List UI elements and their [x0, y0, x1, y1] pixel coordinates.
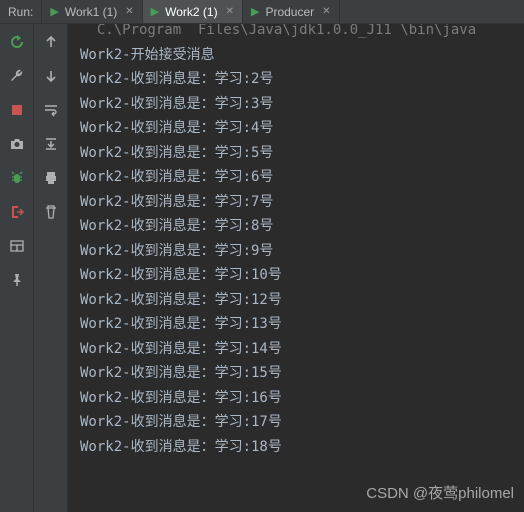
- run-label: Run:: [0, 0, 42, 23]
- close-icon[interactable]: ✕: [322, 6, 330, 17]
- arrow-down-icon[interactable]: [43, 68, 59, 84]
- tab-label: Work1 (1): [65, 5, 117, 19]
- layout-icon[interactable]: [9, 238, 25, 254]
- console-line: Work2-收到消息是：学习:12号: [80, 288, 524, 313]
- pin-icon[interactable]: [9, 272, 25, 288]
- run-tab-0[interactable]: ▶ Work1 (1) ✕: [42, 0, 142, 23]
- console-line: Work2-收到消息是：学习:3号: [80, 92, 524, 117]
- console-toolbar: [34, 24, 68, 512]
- console-line: Work2-收到消息是：学习:16号: [80, 386, 524, 411]
- console-line: Work2-收到消息是：学习:15号: [80, 361, 524, 386]
- exit-icon[interactable]: [9, 204, 25, 220]
- console-output[interactable]: C.\Program Files\Java\jdk1.0.0_J11 \bin\…: [68, 24, 524, 512]
- console-line: Work2-收到消息是：学习:5号: [80, 141, 524, 166]
- run-tab-1[interactable]: ▶ Work2 (1) ✕: [143, 0, 243, 23]
- console-cmd-line: C.\Program Files\Java\jdk1.0.0_J11 \bin\…: [80, 24, 524, 43]
- body: C.\Program Files\Java\jdk1.0.0_J11 \bin\…: [0, 24, 524, 512]
- console-line: Work2-收到消息是：学习:10号: [80, 263, 524, 288]
- play-icon: ▶: [50, 5, 58, 18]
- console-line: Work2-收到消息是：学习:14号: [80, 337, 524, 362]
- tab-label: Producer: [265, 5, 314, 19]
- console-line: Work2-收到消息是：学习:6号: [80, 165, 524, 190]
- console-line: Work2-收到消息是：学习:13号: [80, 312, 524, 337]
- console-line: Work2-收到消息是：学习:18号: [80, 435, 524, 460]
- scroll-to-end-icon[interactable]: [43, 136, 59, 152]
- left-toolbar: [0, 24, 34, 512]
- console-line: Work2-收到消息是：学习:2号: [80, 67, 524, 92]
- console-line: Work2-收到消息是：学习:7号: [80, 190, 524, 215]
- run-tab-2[interactable]: ▶ Producer ✕: [243, 0, 340, 23]
- console-line: Work2-开始接受消息: [80, 43, 524, 68]
- print-icon[interactable]: [43, 170, 59, 186]
- console-line: Work2-收到消息是：学习:9号: [80, 239, 524, 264]
- close-icon[interactable]: ✕: [226, 6, 234, 17]
- run-header: Run: ▶ Work1 (1) ✕ ▶ Work2 (1) ✕ ▶ Producer ✕: [0, 0, 524, 24]
- wrench-icon[interactable]: [9, 68, 25, 84]
- console-line: Work2-收到消息是：学习:17号: [80, 410, 524, 435]
- console-line: Work2-收到消息是：学习:4号: [80, 116, 524, 141]
- arrow-up-icon[interactable]: [43, 34, 59, 50]
- tab-label: Work2 (1): [165, 5, 217, 19]
- console-line: Work2-收到消息是：学习:8号: [80, 214, 524, 239]
- play-icon: ▶: [151, 5, 159, 18]
- watermark: CSDN @夜莺philomel: [366, 482, 514, 507]
- bug-green-icon[interactable]: [9, 170, 25, 186]
- close-icon[interactable]: ✕: [125, 6, 133, 17]
- stop-red-icon[interactable]: [9, 102, 25, 118]
- camera-icon[interactable]: [9, 136, 25, 152]
- rerun-green-icon[interactable]: [9, 34, 25, 50]
- soft-wrap-icon[interactable]: [43, 102, 59, 118]
- play-icon: ▶: [251, 5, 259, 18]
- trash-icon[interactable]: [43, 204, 59, 220]
